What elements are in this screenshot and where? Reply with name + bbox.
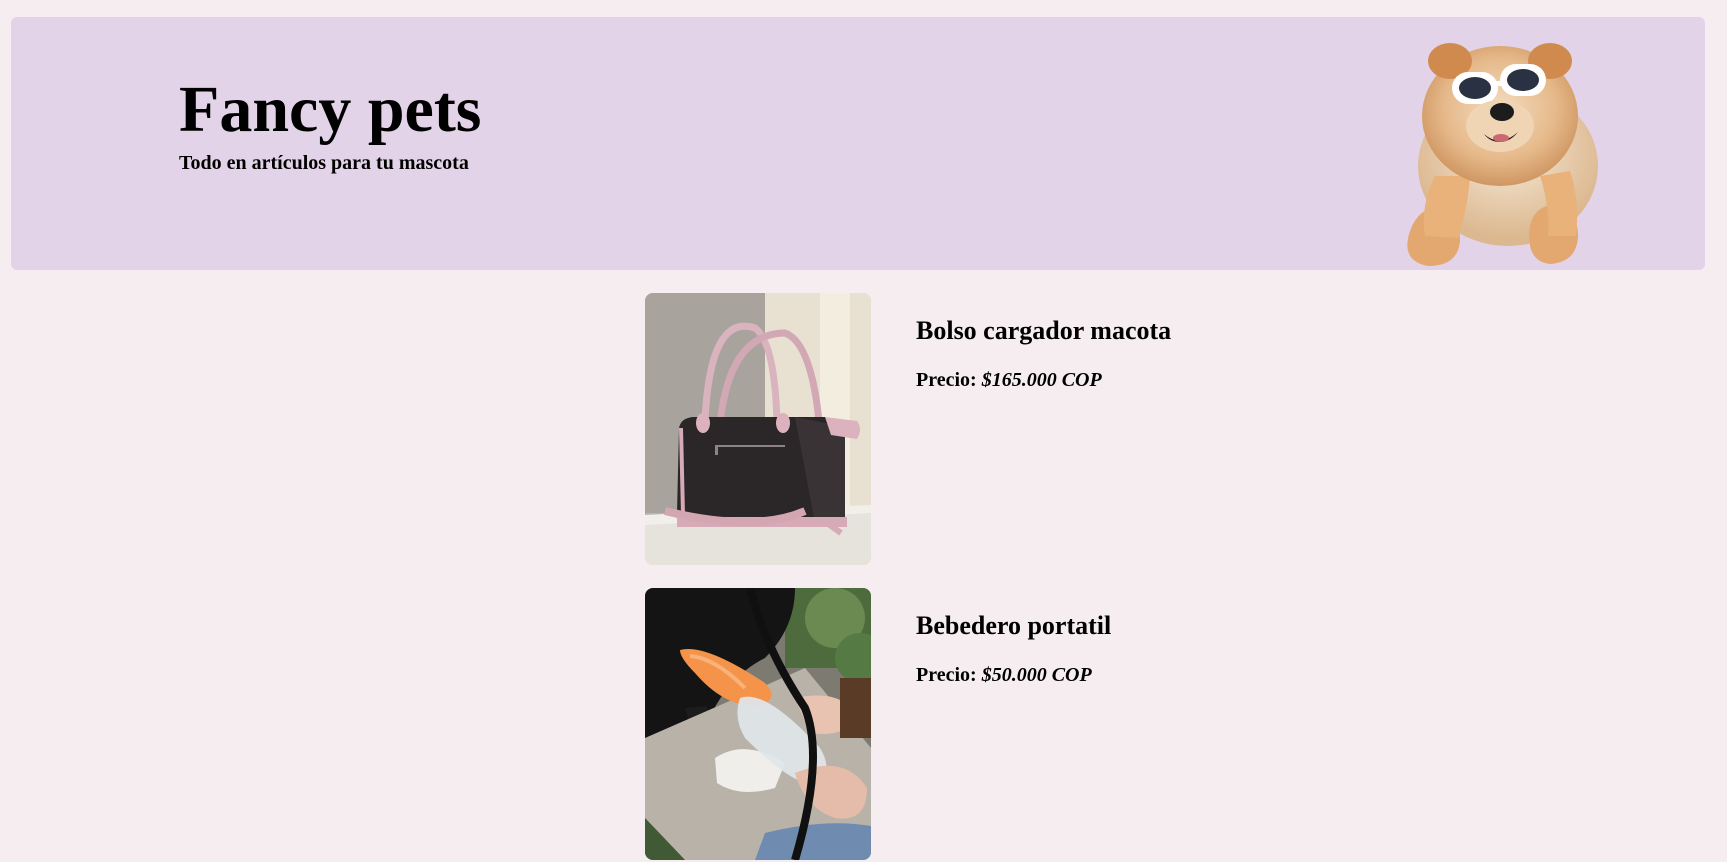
price-label: Precio: [916,664,977,686]
dog-with-sunglasses-icon [1380,26,1620,292]
product-name: Bolso cargador macota [916,316,1172,345]
price-label: Precio: [916,369,977,391]
price-value: $50.000 COP [981,664,1092,686]
site-title: Fancy pets [179,73,482,146]
product-card: Bolso cargador macota Precio: $165.000 C… [645,293,1345,565]
product-card: Bebedero portatil Precio: $50.000 COP [645,588,1345,860]
pet-carrier-bag-image [645,293,871,565]
product-price: Precio: $165.000 COP [916,369,1102,392]
price-value: $165.000 COP [981,369,1102,391]
portable-water-bottle-image [645,588,871,860]
product-name: Bebedero portatil [916,611,1112,640]
product-price: Precio: $50.000 COP [916,664,1092,687]
site-subtitle: Todo en artículos para tu mascota [179,152,469,174]
